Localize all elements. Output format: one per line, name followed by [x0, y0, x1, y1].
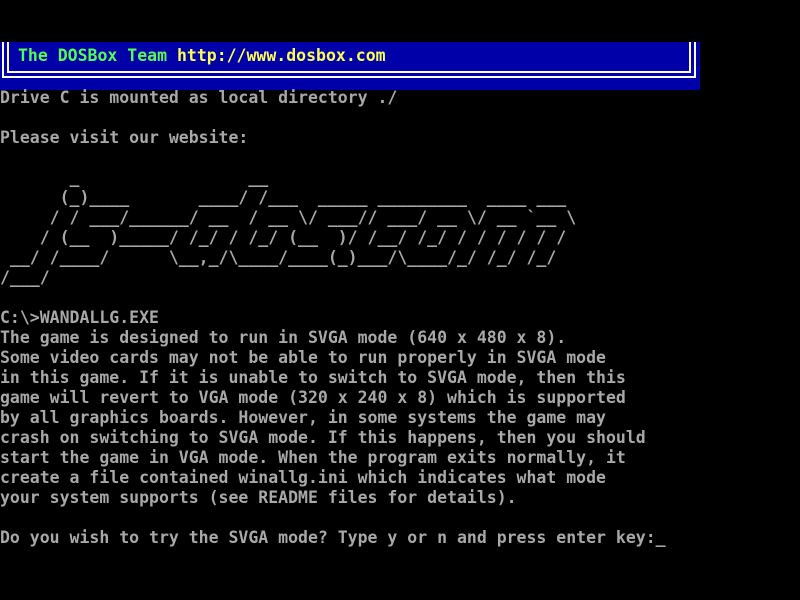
- dosbox-screen[interactable]: The DOSBox Team http://www.dosbox.com Dr…: [0, 0, 800, 600]
- svga-prompt-text: Do you wish to try the SVGA mode? Type y…: [0, 528, 656, 547]
- dosbox-url: http://www.dosbox.com: [177, 46, 386, 65]
- banner-text: The DOSBox Team http://www.dosbox.com: [18, 46, 386, 66]
- text-cursor[interactable]: _: [656, 528, 666, 547]
- prompt-line[interactable]: Do you wish to try the SVGA mode? Type y…: [0, 528, 666, 548]
- terminal-output: Drive C is mounted as local directory ./…: [0, 88, 646, 508]
- dosbox-banner: The DOSBox Team http://www.dosbox.com: [0, 42, 700, 90]
- dosbox-team-label: The DOSBox Team: [18, 46, 177, 65]
